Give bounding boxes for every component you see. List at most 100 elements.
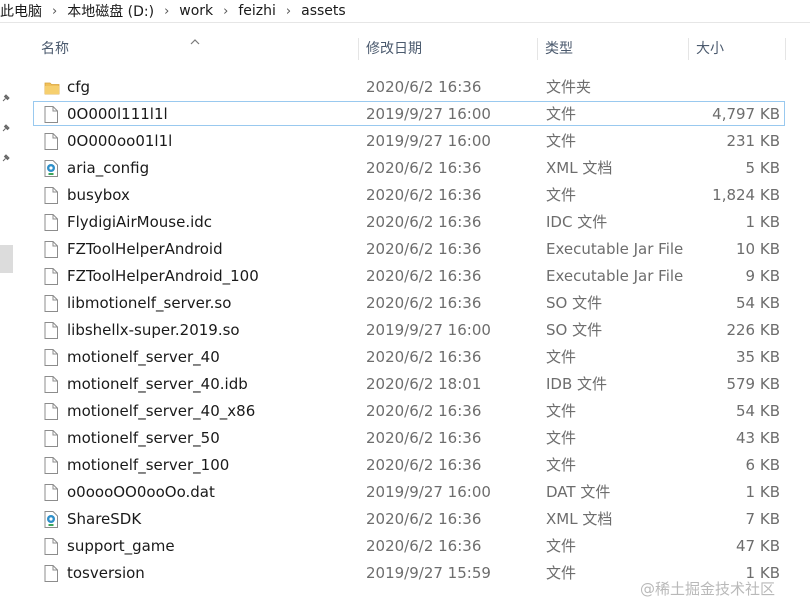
file-date-modified: 2020/6/2 16:36 xyxy=(366,456,482,474)
file-date-modified: 2020/6/2 16:36 xyxy=(366,429,482,447)
file-size: 5 KB xyxy=(745,159,780,177)
file-size: 579 KB xyxy=(726,375,780,393)
file-row[interactable]: motionelf_server_40 2020/6/2 16:36 文件 35 KB xyxy=(33,344,785,369)
file-icon xyxy=(44,430,60,447)
file-type: 文件 xyxy=(546,429,577,447)
file-size: 4,797 KB xyxy=(712,105,780,123)
file-type: Executable Jar File xyxy=(546,267,684,285)
breadcrumb[interactable]: 此电脑 › 本地磁盘 (D:) › work › feizhi › assets xyxy=(0,0,810,23)
file-type: 文件 xyxy=(546,456,577,474)
file-name: motionelf_server_100 xyxy=(67,456,230,474)
file-date-modified: 2020/6/2 18:01 xyxy=(366,375,482,393)
file-size: 7 KB xyxy=(745,510,780,528)
file-date-modified: 2020/6/2 16:36 xyxy=(366,159,482,177)
file-type: SO 文件 xyxy=(546,294,603,312)
file-icon xyxy=(44,268,60,285)
file-name: busybox xyxy=(67,186,130,204)
file-name: libmotionelf_server.so xyxy=(67,294,232,312)
file-row[interactable]: libshellx-super.2019.so 2019/9/27 16:00 SO… xyxy=(33,317,785,342)
file-size: 231 KB xyxy=(726,132,780,150)
file-type: 文件 xyxy=(546,348,577,366)
column-header-row: 名称 修改日期 类型 大小 xyxy=(33,36,810,62)
file-type: 文件夹 xyxy=(546,78,592,96)
column-header-size[interactable]: 大小 xyxy=(696,36,724,62)
file-date-modified: 2020/6/2 16:36 xyxy=(366,78,482,96)
pin-icon[interactable] xyxy=(1,123,11,133)
file-row[interactable]: libmotionelf_server.so 2020/6/2 16:36 SO 文… xyxy=(33,290,785,315)
file-row[interactable]: motionelf_server_40.idb 2020/6/2 18:01 IDB… xyxy=(33,371,785,396)
file-name: aria_config xyxy=(67,159,150,177)
file-date-modified: 2020/6/2 16:36 xyxy=(366,186,482,204)
file-date-modified: 2020/6/2 16:36 xyxy=(366,510,482,528)
file-date-modified: 2019/9/27 16:00 xyxy=(366,321,491,339)
chevron-right-icon[interactable]: › xyxy=(44,4,65,19)
file-type: SO 文件 xyxy=(546,321,603,339)
file-date-modified: 2019/9/27 15:59 xyxy=(366,564,491,582)
navigation-pane-scroll-thumb[interactable] xyxy=(0,245,13,273)
file-icon xyxy=(44,187,60,204)
file-date-modified: 2020/6/2 16:36 xyxy=(366,348,482,366)
file-date-modified: 2019/9/27 16:00 xyxy=(366,483,491,501)
breadcrumb-item-assets[interactable]: assets xyxy=(299,3,348,19)
xml-file-icon xyxy=(44,160,60,177)
file-type: DAT 文件 xyxy=(546,483,611,501)
file-row[interactable]: FZToolHelperAndroid_100 2020/6/2 16:36 Exe… xyxy=(33,263,785,288)
column-header-date[interactable]: 修改日期 xyxy=(366,36,422,62)
file-row[interactable]: aria_config 2020/6/2 16:36 XML 文档 5 KB xyxy=(33,155,785,180)
file-name: libshellx-super.2019.so xyxy=(67,321,240,339)
file-row[interactable]: motionelf_server_100 2020/6/2 16:36 文件 6 KB xyxy=(33,452,785,477)
file-size: 35 KB xyxy=(736,348,780,366)
breadcrumb-item-work[interactable]: work xyxy=(177,3,215,19)
pin-icon[interactable] xyxy=(1,93,11,103)
file-icon xyxy=(44,322,60,339)
column-divider[interactable] xyxy=(785,38,786,60)
file-size: 47 KB xyxy=(736,537,780,555)
column-header-name[interactable]: 名称 xyxy=(41,36,69,62)
file-name: FZToolHelperAndroid xyxy=(67,240,223,258)
file-row[interactable]: busybox 2020/6/2 16:36 文件 1,824 KB xyxy=(33,182,785,207)
file-row[interactable]: support_game 2020/6/2 16:36 文件 47 KB xyxy=(33,533,785,558)
file-icon xyxy=(44,457,60,474)
file-icon xyxy=(44,403,60,420)
file-date-modified: 2019/9/27 16:00 xyxy=(366,105,491,123)
chevron-right-icon[interactable]: › xyxy=(278,4,299,19)
file-row[interactable]: o0oooOO0ooOo.dat 2019/9/27 16:00 DAT 文件 1 K… xyxy=(33,479,785,504)
file-row[interactable]: FlydigiAirMouse.idc 2020/6/2 16:36 IDC 文件 1… xyxy=(33,209,785,234)
column-divider[interactable] xyxy=(358,38,359,60)
file-name: 0O000l111l1l xyxy=(67,105,168,123)
file-row[interactable]: FZToolHelperAndroid 2020/6/2 16:36 Executa… xyxy=(33,236,785,261)
breadcrumb-item-this-pc[interactable]: 此电脑 xyxy=(0,1,44,21)
file-row[interactable]: 0O000oo01l1l 2019/9/27 16:00 文件 231 KB xyxy=(33,128,785,153)
file-size: 226 KB xyxy=(726,321,780,339)
file-row[interactable]: motionelf_server_40_x86 2020/6/2 16:36 文件 5… xyxy=(33,398,785,423)
file-size: 6 KB xyxy=(745,456,780,474)
file-name: motionelf_server_40 xyxy=(67,348,220,366)
file-date-modified: 2020/6/2 16:36 xyxy=(366,537,482,555)
file-name: motionelf_server_40.idb xyxy=(67,375,248,393)
file-row[interactable]: 0O000l111l1l 2019/9/27 16:00 文件 4,797 KB xyxy=(33,101,785,126)
pin-icon[interactable] xyxy=(1,153,11,163)
file-size: 1,824 KB xyxy=(712,186,780,204)
file-size: 10 KB xyxy=(736,240,780,258)
file-size: 9 KB xyxy=(745,267,780,285)
file-type: 文件 xyxy=(546,402,577,420)
file-icon xyxy=(44,565,60,582)
breadcrumb-item-feizhi[interactable]: feizhi xyxy=(236,3,278,19)
chevron-right-icon[interactable]: › xyxy=(215,4,236,19)
column-divider[interactable] xyxy=(688,38,689,60)
file-size: 54 KB xyxy=(736,402,780,420)
file-type: Executable Jar File xyxy=(546,240,684,258)
file-row[interactable]: ShareSDK 2020/6/2 16:36 XML 文档 7 KB xyxy=(33,506,785,531)
file-date-modified: 2020/6/2 16:36 xyxy=(366,267,482,285)
breadcrumb-item-drive-d[interactable]: 本地磁盘 (D:) xyxy=(65,1,156,21)
file-date-modified: 2020/6/2 16:36 xyxy=(366,213,482,231)
column-divider[interactable] xyxy=(537,38,538,60)
file-row[interactable]: cfg 2020/6/2 16:36 文件夹 xyxy=(33,74,785,99)
chevron-right-icon[interactable]: › xyxy=(156,4,177,19)
file-icon xyxy=(44,376,60,393)
file-date-modified: 2020/6/2 16:36 xyxy=(366,240,482,258)
column-header-type[interactable]: 类型 xyxy=(545,36,573,62)
file-name: motionelf_server_50 xyxy=(67,429,220,447)
file-icon xyxy=(44,133,60,150)
file-row[interactable]: motionelf_server_50 2020/6/2 16:36 文件 43 KB xyxy=(33,425,785,450)
